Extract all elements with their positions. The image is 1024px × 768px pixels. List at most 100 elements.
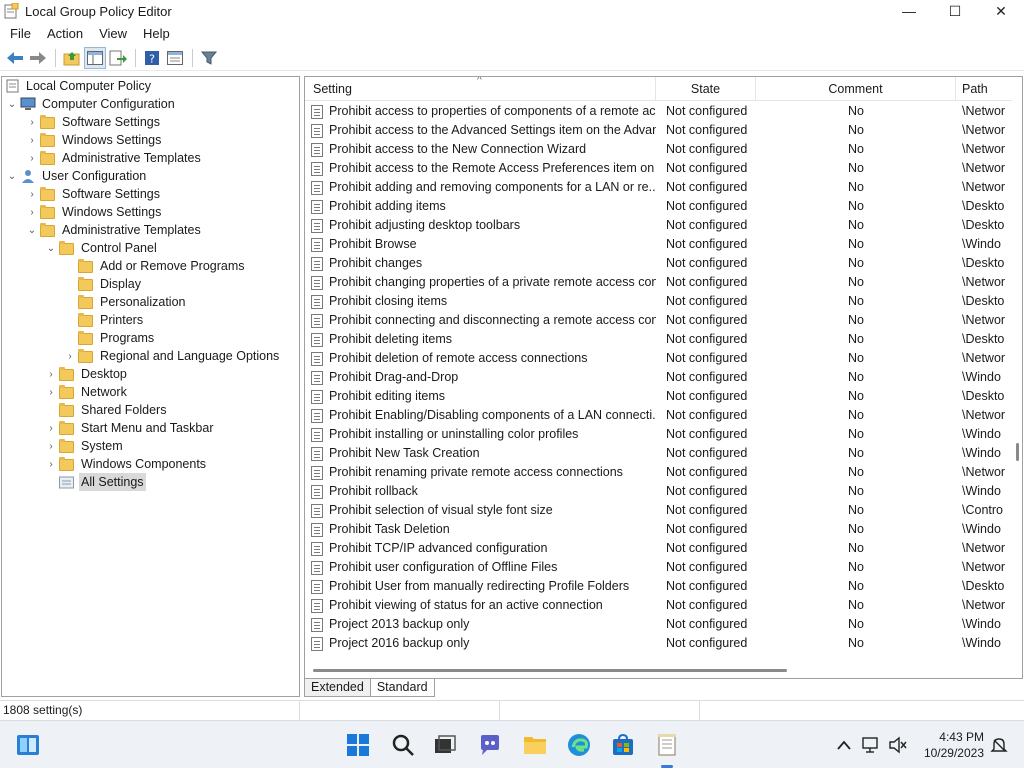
tree-item-network[interactable]: › Network xyxy=(43,383,129,401)
tree-item-user-configuration[interactable]: ⌄ User Configuration xyxy=(4,167,148,185)
forward-button[interactable] xyxy=(27,47,49,69)
chevron-right-icon[interactable]: › xyxy=(43,365,59,383)
table-row[interactable]: Prohibit User from manually redirecting … xyxy=(305,577,1013,596)
tree-item-regional-language-options[interactable]: › Regional and Language Options xyxy=(62,347,281,365)
tree-item-system[interactable]: › System xyxy=(43,437,125,455)
table-row[interactable]: Prohibit Drag-and-Drop Not configured No \W… xyxy=(305,368,1013,387)
table-row[interactable]: Prohibit viewing of status for an active… xyxy=(305,596,1013,615)
table-row[interactable]: Prohibit adding and removing components … xyxy=(305,178,1013,197)
tree-item-programs[interactable]: Programs xyxy=(78,329,156,347)
gpedit-taskbar-button[interactable] xyxy=(655,733,679,757)
table-row[interactable]: Prohibit closing items Not configured No \D… xyxy=(305,292,1013,311)
tree-item-uc-software-settings[interactable]: › Software Settings xyxy=(24,185,162,203)
chevron-right-icon[interactable]: › xyxy=(43,419,59,437)
table-row[interactable]: Prohibit access to the Advanced Settings… xyxy=(305,121,1013,140)
tab-extended[interactable]: Extended xyxy=(304,679,371,697)
chevron-down-icon[interactable]: ⌄ xyxy=(43,239,59,257)
export-list-button[interactable] xyxy=(107,47,129,69)
tree-item-windows-components[interactable]: › Windows Components xyxy=(43,455,208,473)
chevron-right-icon[interactable]: › xyxy=(62,347,78,365)
tree-item-computer-configuration[interactable]: ⌄ Computer Configuration xyxy=(4,95,177,113)
volume-button[interactable] xyxy=(886,733,910,757)
tree-item-cc-administrative-templates[interactable]: › Administrative Templates xyxy=(24,149,203,167)
chat-button[interactable] xyxy=(478,733,502,757)
up-folder-button[interactable] xyxy=(61,47,83,69)
chevron-right-icon[interactable]: › xyxy=(24,203,40,221)
tree-item-shared-folders[interactable]: Shared Folders xyxy=(59,401,168,419)
store-button[interactable] xyxy=(611,733,635,757)
maximize-button[interactable]: ☐ xyxy=(932,0,978,22)
table-row[interactable]: Project 2016 backup only Not configured No… xyxy=(305,634,1013,653)
menu-view[interactable]: View xyxy=(91,23,135,44)
close-button[interactable]: ✕ xyxy=(978,0,1024,22)
chevron-right-icon[interactable]: › xyxy=(24,113,40,131)
table-row[interactable]: Prohibit changes Not configured No \Deskto xyxy=(305,254,1013,273)
tree-item-local-computer-policy[interactable]: Local Computer Policy xyxy=(6,77,153,95)
task-view-button[interactable] xyxy=(433,733,457,757)
chevron-right-icon[interactable]: › xyxy=(24,149,40,167)
widgets-button[interactable] xyxy=(16,733,40,757)
chevron-right-icon[interactable]: › xyxy=(43,437,59,455)
menu-help[interactable]: Help xyxy=(135,23,178,44)
table-row[interactable]: Prohibit adjusting desktop toolbars Not c… xyxy=(305,216,1013,235)
table-row[interactable]: Prohibit adding items Not configured No \De… xyxy=(305,197,1013,216)
vertical-scroll-thumb[interactable] xyxy=(1016,443,1019,461)
chevron-down-icon[interactable]: ⌄ xyxy=(24,221,40,239)
tree-item-cc-windows-settings[interactable]: › Windows Settings xyxy=(24,131,163,149)
table-row[interactable]: Prohibit access to the Remote Access Pre… xyxy=(305,159,1013,178)
tree-item-control-panel[interactable]: ⌄ Control Panel xyxy=(43,239,159,257)
file-explorer-button[interactable] xyxy=(523,733,547,757)
vertical-scrollbar[interactable] xyxy=(1012,77,1022,678)
edge-button[interactable] xyxy=(567,733,591,757)
column-header-setting[interactable]: ^ Setting xyxy=(305,77,656,101)
column-header-comment[interactable]: Comment xyxy=(756,77,956,101)
table-row[interactable]: Prohibit installing or uninstalling colo… xyxy=(305,425,1013,444)
clock[interactable]: 4:43 PM 10/29/2023 xyxy=(914,729,984,761)
table-row[interactable]: Prohibit Task Deletion Not configured No \W… xyxy=(305,520,1013,539)
chevron-right-icon[interactable]: › xyxy=(24,131,40,149)
tree-item-printers[interactable]: Printers xyxy=(78,311,145,329)
menu-file[interactable]: File xyxy=(0,23,39,44)
tree-item-desktop[interactable]: › Desktop xyxy=(43,365,129,383)
tree-item-personalization[interactable]: Personalization xyxy=(78,293,187,311)
tree-item-uc-administrative-templates[interactable]: ⌄ Administrative Templates xyxy=(24,221,203,239)
table-row[interactable]: Prohibit connecting and disconnecting a … xyxy=(305,311,1013,330)
tree-item-cc-software-settings[interactable]: › Software Settings xyxy=(24,113,162,131)
tree-item-display[interactable]: Display xyxy=(78,275,143,293)
chevron-down-icon[interactable]: ⌄ xyxy=(4,95,20,113)
properties-button[interactable] xyxy=(164,47,186,69)
table-row[interactable]: Prohibit access to properties of compone… xyxy=(305,102,1013,121)
table-row[interactable]: Prohibit selection of visual style font … xyxy=(305,501,1013,520)
table-row[interactable]: Prohibit Enabling/Disabling components o… xyxy=(305,406,1013,425)
table-row[interactable]: Prohibit rollback Not configured No \Windo xyxy=(305,482,1013,501)
table-row[interactable]: Prohibit access to the New Connection Wi… xyxy=(305,140,1013,159)
search-button[interactable] xyxy=(391,733,415,757)
show-hide-tree-button[interactable] xyxy=(84,47,106,69)
chevron-right-icon[interactable]: › xyxy=(24,185,40,203)
minimize-button[interactable]: — xyxy=(886,0,932,22)
column-header-state[interactable]: State xyxy=(656,77,756,101)
table-row[interactable]: Prohibit renaming private remote access … xyxy=(305,463,1013,482)
tree-item-all-settings[interactable]: All Settings xyxy=(59,473,146,491)
tab-standard[interactable]: Standard xyxy=(369,679,435,697)
table-row[interactable]: Project 2013 backup only Not configured No… xyxy=(305,615,1013,634)
chevron-right-icon[interactable]: › xyxy=(43,383,59,401)
table-row[interactable]: Prohibit deleting items Not configured No \… xyxy=(305,330,1013,349)
chevron-down-icon[interactable]: ⌄ xyxy=(4,167,20,185)
start-button[interactable] xyxy=(346,733,370,757)
table-row[interactable]: Prohibit user configuration of Offline F… xyxy=(305,558,1013,577)
table-row[interactable]: Prohibit Browse Not configured No \Windo xyxy=(305,235,1013,254)
back-button[interactable] xyxy=(4,47,26,69)
table-row[interactable]: Prohibit TCP/IP advanced configuration No… xyxy=(305,539,1013,558)
table-row[interactable]: Prohibit New Task Creation Not configured… xyxy=(305,444,1013,463)
filter-button[interactable] xyxy=(198,47,220,69)
help-button[interactable]: ? xyxy=(141,47,163,69)
table-row[interactable]: Prohibit deletion of remote access conne… xyxy=(305,349,1013,368)
table-row[interactable]: Prohibit changing properties of a privat… xyxy=(305,273,1013,292)
menu-action[interactable]: Action xyxy=(39,23,91,44)
tree-item-uc-windows-settings[interactable]: › Windows Settings xyxy=(24,203,163,221)
tree-item-add-remove-programs[interactable]: Add or Remove Programs xyxy=(78,257,247,275)
show-hidden-icons-button[interactable] xyxy=(832,733,856,757)
horizontal-scroll-thumb[interactable] xyxy=(313,669,787,672)
tree-item-start-menu-taskbar[interactable]: › Start Menu and Taskbar xyxy=(43,419,215,437)
